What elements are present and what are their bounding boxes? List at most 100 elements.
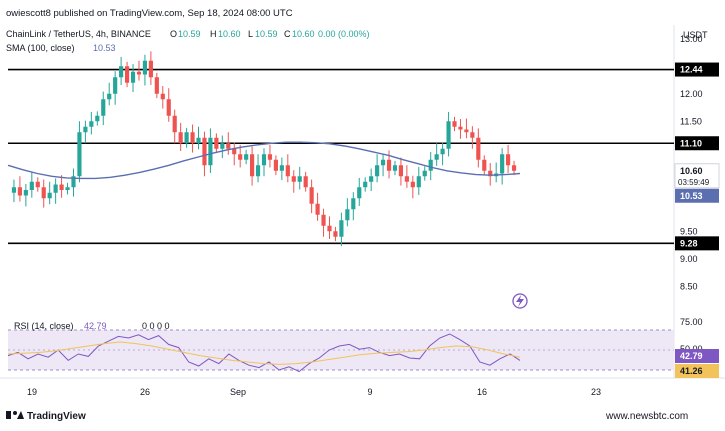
candle-body (59, 184, 64, 190)
ohlc-l-label: L (248, 29, 253, 39)
candle-body (333, 231, 338, 237)
candle-body (148, 60, 153, 78)
candle-body (136, 71, 142, 75)
last-price-label: 10.60 (680, 166, 703, 176)
candle-body (83, 126, 88, 133)
candle-body (440, 148, 445, 155)
candle-body (119, 66, 124, 78)
sma-badge: 10.53 (680, 191, 703, 201)
logo-bar-icon (6, 411, 11, 419)
candle-body (410, 181, 415, 188)
candle-body (95, 115, 100, 122)
candle-body (446, 121, 451, 149)
price-tick: 11.50 (680, 116, 702, 126)
ohlc-o-label: O (170, 29, 177, 39)
candle-body (303, 176, 308, 188)
candle-body (470, 132, 475, 138)
candle-body (452, 121, 457, 127)
candle-body (422, 170, 427, 177)
candle-body (351, 198, 356, 210)
price-tick: 8.50 (680, 281, 698, 291)
candle-body (297, 176, 302, 182)
candle-body (166, 99, 171, 116)
countdown-label: 03:59:49 (678, 178, 710, 187)
candle-body (113, 77, 118, 94)
sma-value: 10.53 (93, 43, 116, 53)
candle-body (160, 93, 165, 100)
ohlc-c-value: 10.60 (292, 29, 315, 39)
time-tick: 16 (477, 387, 487, 397)
published-line: owiescott8 published on TradingView.com,… (6, 8, 293, 19)
candle-body (434, 154, 439, 160)
candle-body (428, 159, 433, 171)
time-tick: 19 (27, 387, 37, 397)
candle-body (309, 187, 314, 204)
candle-body (327, 225, 332, 232)
candle-body (244, 154, 249, 160)
rsi-ma-badge: 41.26 (680, 366, 703, 376)
candle-body (65, 187, 70, 190)
candle-body (357, 187, 362, 199)
ohlc-h-label: H (210, 29, 217, 39)
candle-body (255, 165, 261, 177)
candle-body (285, 165, 290, 177)
candle-body (35, 181, 40, 188)
candle-body (458, 126, 463, 130)
candle-body (53, 184, 58, 193)
logo-wedge-icon (17, 411, 24, 419)
candle-body (89, 121, 94, 127)
time-tick: 9 (367, 387, 372, 397)
candle-body (232, 148, 237, 155)
candle-body (77, 132, 82, 177)
candle-body (23, 190, 28, 196)
candle-body (345, 209, 350, 221)
candle-body (279, 165, 284, 171)
rsi-extra-label: 0 0 0 0 (142, 321, 170, 331)
candle-body (172, 115, 177, 133)
candle-body (398, 165, 404, 177)
rsi-value-label: 42.79 (84, 321, 107, 331)
candle-body (392, 165, 398, 171)
candle-body (380, 159, 386, 166)
candle-body (500, 154, 505, 174)
candle-body (196, 137, 201, 144)
chart-canvas: owiescott8 published on TradingView.com,… (0, 8, 725, 422)
candles-layer (11, 51, 517, 247)
price-tick: 13.00 (680, 34, 703, 44)
candle-body (464, 129, 469, 133)
logo-text: TradingView (27, 411, 86, 422)
time-tick: Sep (230, 387, 246, 397)
time-ticks-layer: 19 26 Sep 9 16 23 (27, 387, 601, 397)
candle-body (363, 181, 368, 188)
candle-body (220, 143, 225, 149)
ohlc-readout: O 10.59 H 10.60 L 10.59 C 10.60 0.00 (0.… (170, 29, 370, 39)
candle-body (267, 154, 273, 160)
candle-body (506, 154, 511, 166)
candle-body (214, 137, 219, 149)
candle-body (315, 203, 320, 215)
logo-dot-icon (13, 411, 17, 415)
candle-body (226, 143, 231, 149)
candle-body (154, 77, 159, 94)
candle-body (404, 176, 409, 182)
candle-body (369, 176, 374, 182)
candle-body (250, 154, 255, 177)
candle-body (47, 192, 52, 199)
candle-body (482, 159, 487, 171)
candle-body (101, 99, 106, 116)
tradingview-logo[interactable]: TradingView (6, 411, 86, 422)
ohlc-c-label: C (284, 29, 291, 39)
candle-body (142, 60, 148, 75)
lightning-icon[interactable] (512, 293, 528, 309)
candle-body (41, 187, 46, 199)
symbol-title: ChainLink / TetherUS, 4h, BINANCE (6, 29, 151, 39)
candle-body (190, 132, 195, 144)
candle-body (511, 165, 517, 171)
price-tick: 12.00 (680, 89, 703, 99)
candle-body (11, 187, 17, 193)
ohlc-o-value: 10.59 (178, 29, 201, 39)
rsi-label: RSI (14, close) (14, 321, 74, 331)
candle-body (386, 159, 392, 171)
time-tick: 26 (140, 387, 150, 397)
level-badge-0: 12.44 (680, 65, 703, 75)
